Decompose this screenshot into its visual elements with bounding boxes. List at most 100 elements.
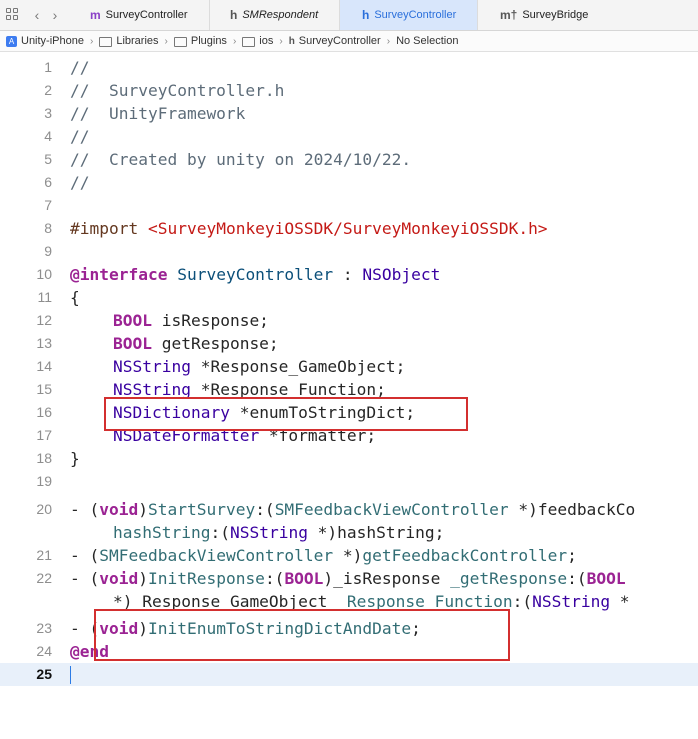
code-identifier: *)feedbackCo [508,500,636,519]
folder-icon [99,37,113,47]
text-cursor [70,666,71,684]
tab-label: SMRespondent [242,9,319,21]
tab-smrespondent-h[interactable]: h SMRespondent [218,0,340,30]
code-text: } [70,449,80,468]
import-path-string: <SurveyMonkeyiOSSDK/SurveyMonkeyiOSSDK.h… [147,219,548,238]
type-name: SMFeedbackViewController [99,546,334,565]
class-name: SurveyController [177,265,334,284]
tab-label: SurveyController [105,9,188,21]
forward-chevron-icon[interactable]: › [46,5,64,25]
code-punct: ) [138,500,148,519]
code-punct: :( [567,569,587,588]
line-number: 5 [44,151,52,167]
grid-menu-icon[interactable] [6,8,18,20]
code-text: BOOL isResponse; [113,311,269,330]
highlight-box [104,397,468,431]
line-number: 2 [44,82,52,98]
code-text: BOOL getResponse; [113,334,279,353]
type-keyword: void [99,569,139,588]
superclass-name: NSObject [362,265,441,284]
comment: // [70,173,90,192]
code-line: 4 // [0,125,698,148]
code-line: 12 BOOL isResponse; [0,309,698,332]
code-text: hashString:(NSString *)hashString; [113,523,444,542]
code-line: 20 - (void)StartSurvey:(SMFeedbackViewCo… [0,498,698,521]
comment: // UnityFramework [70,104,246,123]
breadcrumb-label: ios [259,35,274,47]
code-line: 5 // Created by unity on 2024/10/22. [0,148,698,171]
code-line: 3 // UnityFramework [0,102,698,125]
tab-surveycontroller-m[interactable]: m SurveyController [78,0,210,30]
tab-label: SurveyController [374,9,457,21]
line-number: 9 [44,243,52,259]
breadcrumb: A Unity-iPhone › Libraries › Plugins › i… [0,31,698,52]
type-name: SMFeedbackViewController [274,500,509,519]
code-line: 19 [0,470,698,493]
comment: // Created by unity on 2024/10/22. [70,150,412,169]
line-number: 6 [44,174,52,190]
code-text: @interface SurveyController : NSObject [70,265,440,284]
breadcrumb-libraries[interactable]: Libraries › [99,35,168,47]
breadcrumb-plugins[interactable]: Plugins › [173,35,237,47]
breadcrumb-label: SurveyController [298,35,381,47]
breadcrumb-ios[interactable]: ios › [242,35,283,47]
breadcrumb-label: Libraries [116,35,159,47]
code-text: - (void)InitResponse:(BOOL)_isResponse _… [70,569,626,588]
code-editor[interactable]: 1 // 2 // SurveyController.h 3 // UnityF… [0,52,698,698]
code-line: 6 // [0,171,698,194]
code-line: 13 BOOL getResponse; [0,332,698,355]
header-file-icon: h [362,8,370,22]
line-number: 12 [36,312,52,328]
code-identifier: *Response_GameObject; [190,357,406,376]
method-name: _getResponse [450,569,568,588]
code-punct: :( [210,523,230,542]
code-identifier: * [610,592,630,611]
chevron-right-icon: › [232,35,237,47]
line-number: 13 [36,335,52,351]
code-line-current[interactable]: 25 [0,663,698,686]
code-punct: ) [138,569,148,588]
line-number: 19 [36,473,52,489]
line-number: 10 [36,266,52,282]
line-number: 4 [44,128,52,144]
breadcrumb-label: No Selection [396,35,459,47]
breadcrumb-label: Plugins [190,35,227,47]
type-keyword: BOOL [113,334,152,353]
code-punct: - ( [70,500,100,519]
line-number: 17 [36,427,52,443]
tab-label: SurveyBridge [522,9,589,21]
folder-icon [242,37,256,47]
breadcrumb-selection[interactable]: No Selection [396,35,458,47]
method-name: InitResponse [147,569,265,588]
line-number: 18 [36,450,52,466]
comment: // [70,127,90,146]
header-file-icon: h [288,35,295,47]
line-number: 3 [44,105,52,121]
line-number: 16 [36,404,52,420]
line-number: 7 [44,197,52,213]
code-line: 10 @interface SurveyController : NSObjec… [0,263,698,286]
line-number: 21 [36,547,52,563]
header-file-icon: h [230,8,238,22]
line-number: 22 [36,570,52,586]
line-number: 20 [36,501,52,517]
back-chevron-icon[interactable]: ‹ [28,5,46,25]
code-punct: - ( [70,546,100,565]
code-text: { [70,288,80,307]
type-name: NSString [229,523,308,542]
method-name: StartSurvey [147,500,256,519]
breadcrumb-project[interactable]: A Unity-iPhone › [0,35,93,47]
highlight-box [94,609,510,661]
code-punct: :( [264,569,285,588]
keyword: @interface [70,265,168,284]
code-line: 1 // [0,56,698,79]
comment: // SurveyController.h [70,81,285,100]
code-identifier: )_isResponse [323,569,451,588]
code-punct: :( [512,592,533,611]
breadcrumb-file[interactable]: h SurveyController › [289,35,390,47]
chevron-right-icon: › [386,35,391,47]
code-line: 7 [0,194,698,217]
tab-surveybridge-mm[interactable]: m† SurveyBridge [488,0,618,30]
tab-surveycontroller-h[interactable]: h SurveyController [340,0,478,30]
line-number: 1 [44,59,52,75]
